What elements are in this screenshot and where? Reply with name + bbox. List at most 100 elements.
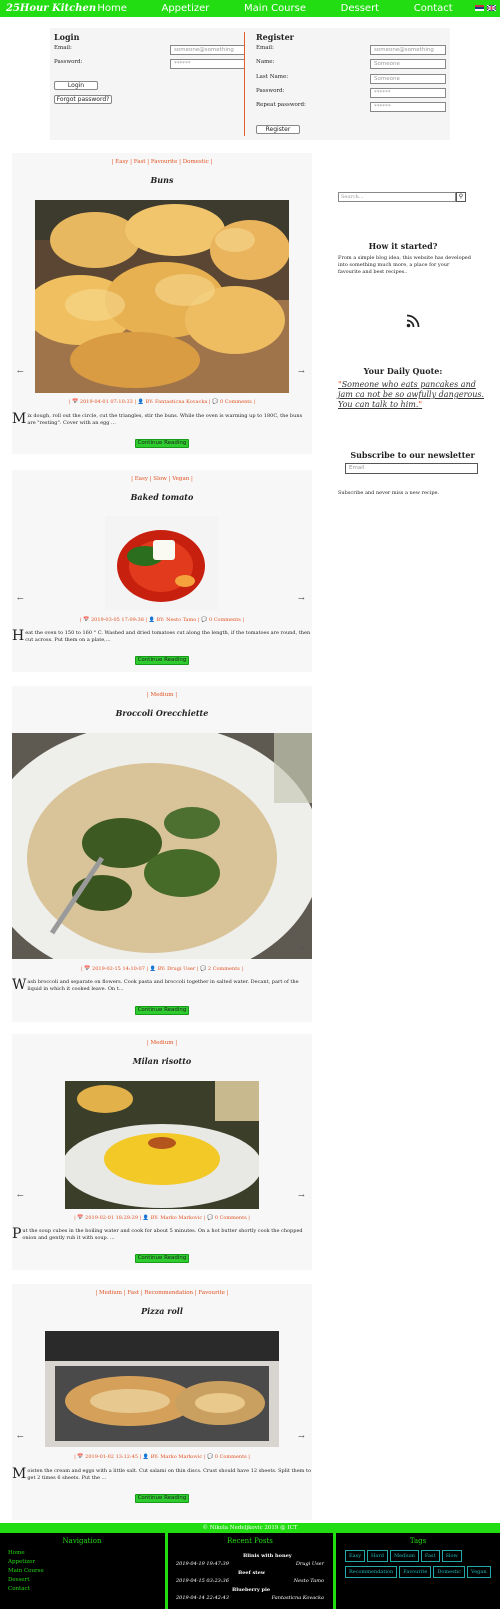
- register-repeat-input[interactable]: ******: [370, 102, 446, 112]
- copyright-bar: © Nikola Nedeljkovic 2019 @ ICT: [0, 1523, 500, 1533]
- login-email-input[interactable]: someone@something: [170, 45, 245, 55]
- continue-reading-button[interactable]: Continue Reading: [135, 1494, 189, 1503]
- quote-body: Someone who eats pancakes and jam ca not…: [338, 380, 485, 409]
- footer: Navigation Home Appetizer Main Course De…: [0, 1533, 500, 1609]
- nav-home[interactable]: Home: [97, 3, 127, 14]
- footer-recent-posts: Recent Posts Blinis with honey 2019-04-1…: [168, 1533, 332, 1609]
- post-title[interactable]: Pizza roll: [12, 1306, 312, 1316]
- recent-post-title[interactable]: Blinis with honey: [243, 1553, 292, 1559]
- post-card: | Medium | Broccoli Orecchiette ← → | 📅 …: [12, 686, 312, 1022]
- post-card: | Easy | Slow | Vegan | Baked tomato ← →…: [12, 470, 312, 672]
- top-navbar: 25Hour Kitchen Home Appetizer Main Cours…: [0, 0, 500, 17]
- post-tags[interactable]: | Medium |: [12, 1040, 312, 1046]
- register-name-label: Name:: [256, 59, 275, 65]
- carousel-prev-button[interactable]: ←: [17, 943, 24, 952]
- register-email-input[interactable]: someone@something: [370, 45, 446, 55]
- post-excerpt: Put the soup cubes in the boiling water …: [12, 1227, 312, 1242]
- tag-medium[interactable]: Medium: [389, 1550, 419, 1562]
- pizza-roll-illustration: [45, 1331, 279, 1447]
- recent-posts-title: Recent Posts: [227, 1537, 273, 1545]
- post-meta: | 📅 2019-04-01 07:10:33 | 👤 BY: Fantasti…: [68, 399, 256, 405]
- footer-link-main-course[interactable]: Main Course: [8, 1567, 164, 1576]
- login-button[interactable]: Login: [54, 81, 98, 90]
- register-email-label: Email:: [256, 45, 274, 51]
- carousel-prev-button[interactable]: ←: [17, 1191, 24, 1200]
- register-title: Register: [256, 32, 294, 42]
- tag-slow[interactable]: Slow: [441, 1550, 462, 1562]
- register-form: Register Email: someone@something Name: …: [256, 28, 448, 134]
- carousel-next-button[interactable]: →: [298, 594, 305, 603]
- post-card: | Medium | Milan risotto ← → | 📅 2019-02…: [12, 1034, 312, 1270]
- carousel-next-button[interactable]: →: [298, 943, 305, 952]
- post-image[interactable]: [45, 1331, 279, 1447]
- recent-post-author: Fantasticna Kovacka: [271, 1595, 324, 1601]
- continue-reading-button[interactable]: Continue Reading: [135, 1006, 189, 1015]
- post-card: | Medium | Fast | Recommendation | Favou…: [12, 1284, 312, 1520]
- register-button[interactable]: Register: [256, 125, 300, 134]
- register-password-label: Password:: [256, 88, 285, 94]
- post-title[interactable]: Broccoli Orecchiette: [12, 708, 312, 718]
- carousel-prev-button[interactable]: ←: [17, 1432, 24, 1441]
- continue-reading-button[interactable]: Continue Reading: [135, 439, 189, 448]
- post-image[interactable]: [65, 1081, 259, 1209]
- tags-title: Tags: [409, 1537, 427, 1545]
- post-title[interactable]: Buns: [12, 175, 312, 185]
- post-image[interactable]: [105, 516, 218, 610]
- tag-vegan[interactable]: Vegan: [467, 1566, 491, 1578]
- nav-main-course[interactable]: Main Course: [244, 3, 306, 14]
- login-email-label: Email:: [54, 45, 72, 51]
- english-flag-icon[interactable]: [487, 5, 496, 11]
- post-tags[interactable]: | Medium |: [12, 692, 312, 698]
- footer-link-contact[interactable]: Contact: [8, 1585, 164, 1594]
- post-excerpt: Mix dough, roll out the circle, cut the …: [12, 412, 312, 427]
- rss-icon[interactable]: [406, 314, 420, 328]
- carousel-next-button[interactable]: →: [298, 1432, 305, 1441]
- footer-link-dessert[interactable]: Dessert: [8, 1576, 164, 1585]
- register-repeat-label: Repeat password:: [256, 102, 306, 108]
- excerpt-text: oisten the cream and eggs with a little …: [27, 1468, 312, 1481]
- post-image[interactable]: [12, 733, 312, 959]
- search-icon: ⚲: [458, 193, 464, 200]
- tag-favourite[interactable]: Favourite: [399, 1566, 432, 1578]
- footer-link-appetizer[interactable]: Appetizer: [8, 1558, 164, 1567]
- login-password-input[interactable]: ******: [170, 59, 245, 69]
- post-title[interactable]: Baked tomato: [12, 492, 312, 502]
- tag-domestic[interactable]: Domestic: [433, 1566, 466, 1578]
- post-image[interactable]: [35, 200, 289, 393]
- carousel-next-button[interactable]: →: [298, 367, 305, 376]
- post-tags[interactable]: | Medium | Fast | Recommendation | Favou…: [12, 1290, 312, 1296]
- footer-link-home[interactable]: Home: [8, 1549, 164, 1558]
- login-password-label: Password:: [54, 59, 83, 65]
- carousel-prev-button[interactable]: ←: [17, 594, 24, 603]
- carousel-next-button[interactable]: →: [298, 1191, 305, 1200]
- tag-recommendation[interactable]: Recommendation: [345, 1566, 398, 1578]
- site-logo[interactable]: 25Hour Kitchen: [0, 3, 96, 14]
- login-form: Login Email: someone@something Password:…: [54, 28, 245, 104]
- register-name-input[interactable]: Someone: [370, 59, 446, 69]
- post-tags[interactable]: | Easy | Fast | Favourite | Domestic |: [12, 159, 312, 165]
- forgot-password-button[interactable]: Forgot password?: [54, 95, 112, 104]
- how-it-started-text: From a simple blog idea, this website ha…: [338, 255, 471, 275]
- continue-reading-button[interactable]: Continue Reading: [135, 656, 189, 665]
- recent-post-title[interactable]: Blueberry pie: [232, 1587, 270, 1593]
- excerpt-text: eat the oven to 150 to 160 ° C. Washed a…: [25, 630, 311, 643]
- excerpt-text: ut the soup cubes in the boiling water a…: [22, 1228, 303, 1241]
- post-tags[interactable]: | Easy | Slow | Vegan |: [12, 476, 312, 482]
- nav-appetizer[interactable]: Appetizer: [161, 3, 209, 14]
- sidebar-search-input[interactable]: Search...: [338, 192, 456, 202]
- post-title[interactable]: Milan risotto: [12, 1056, 312, 1066]
- tag-hard[interactable]: Hard: [367, 1550, 388, 1562]
- search-button[interactable]: ⚲: [456, 192, 466, 202]
- tag-fast[interactable]: Fast: [420, 1550, 440, 1562]
- serbian-flag-icon[interactable]: [475, 5, 484, 11]
- continue-reading-button[interactable]: Continue Reading: [135, 1254, 189, 1263]
- tag-easy[interactable]: Easy: [345, 1550, 366, 1562]
- carousel-prev-button[interactable]: ←: [17, 367, 24, 376]
- nav-contact[interactable]: Contact: [414, 3, 453, 14]
- recent-post-title[interactable]: Beef stew: [238, 1570, 265, 1576]
- register-password-input[interactable]: ******: [370, 88, 446, 98]
- nav-dessert[interactable]: Dessert: [341, 3, 379, 14]
- excerpt-text: ix dough, roll out the circle, cut the t…: [27, 413, 303, 426]
- register-lastname-input[interactable]: Someone: [370, 74, 446, 84]
- newsletter-email-input[interactable]: Email: [345, 463, 478, 474]
